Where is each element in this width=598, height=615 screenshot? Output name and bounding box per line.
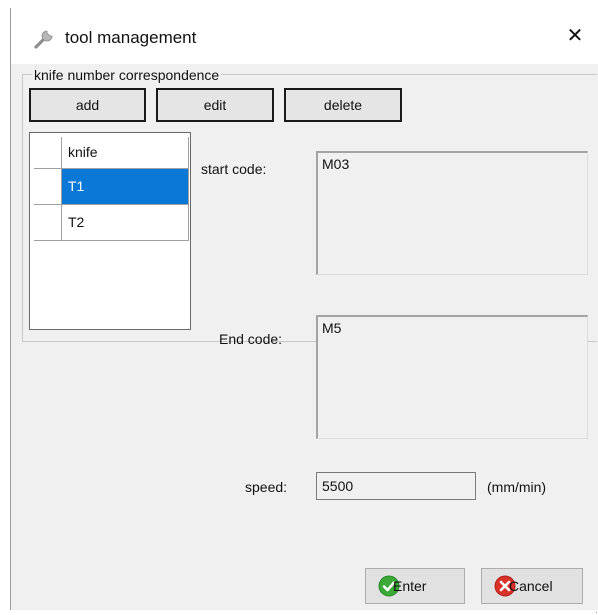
speed-unit-label: (mm/min) bbox=[487, 479, 547, 495]
add-button[interactable]: add bbox=[29, 88, 146, 122]
cancel-label: Cancel bbox=[509, 578, 553, 594]
table-row-t1[interactable]: T1 bbox=[62, 169, 188, 205]
enter-button[interactable]: Enter bbox=[365, 568, 465, 604]
start-code-label: start code: bbox=[201, 161, 267, 177]
tool-list-grid[interactable]: knife T1 T2 bbox=[29, 132, 191, 330]
window-title: tool management bbox=[65, 28, 197, 47]
speed-input[interactable]: 5500 bbox=[316, 472, 476, 500]
edit-button[interactable]: edit bbox=[156, 88, 274, 122]
row-header[interactable] bbox=[34, 169, 62, 205]
close-icon: ✕ bbox=[566, 25, 584, 47]
wrench-icon bbox=[34, 30, 53, 49]
cancel-button[interactable]: Cancel bbox=[481, 568, 583, 604]
title-bar: tool management ✕ bbox=[11, 8, 598, 64]
grid-corner-header bbox=[34, 137, 62, 169]
grid-divider bbox=[188, 137, 189, 241]
groupbox-legend: knife number correspondence bbox=[32, 67, 222, 83]
end-code-textarea[interactable]: M5 bbox=[316, 315, 588, 439]
row-header[interactable] bbox=[34, 205, 62, 241]
start-code-textarea[interactable]: M03 bbox=[316, 151, 588, 275]
table-row-t2[interactable]: T2 bbox=[62, 205, 188, 241]
column-header-knife[interactable]: knife bbox=[62, 137, 189, 169]
end-code-label: End code: bbox=[219, 331, 283, 347]
speed-label: speed: bbox=[245, 479, 288, 495]
tool-management-dialog: tool management ✕ knife number correspon… bbox=[10, 8, 598, 614]
enter-label: Enter bbox=[393, 578, 427, 594]
close-button[interactable]: ✕ bbox=[563, 24, 587, 48]
delete-button[interactable]: delete bbox=[284, 88, 402, 122]
